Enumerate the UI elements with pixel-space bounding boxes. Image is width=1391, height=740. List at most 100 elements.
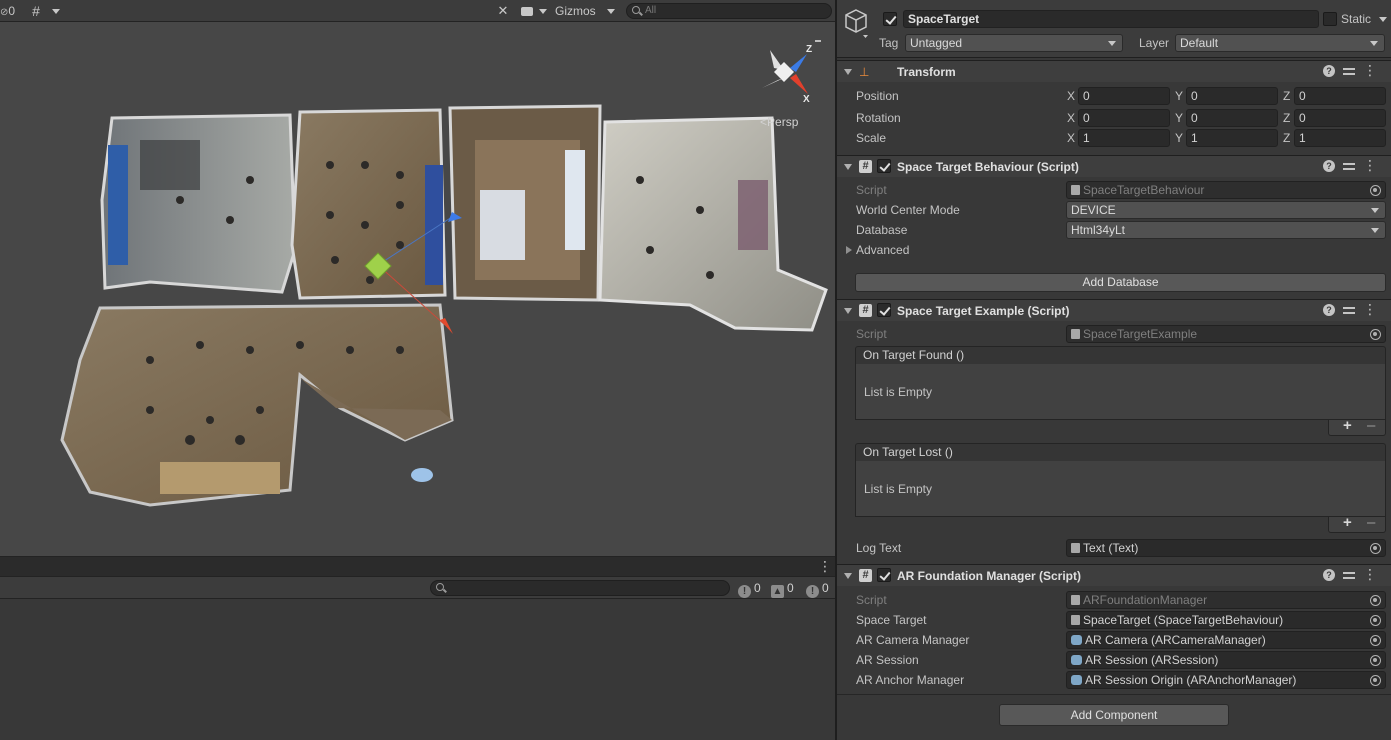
- object-picker-icon[interactable]: [1370, 543, 1381, 554]
- object-picker-icon[interactable]: [1370, 655, 1381, 666]
- space-target-example-title: Space Target Example (Script): [897, 304, 1070, 318]
- script-label: Script: [856, 183, 887, 197]
- grid-snap-button[interactable]: #: [26, 2, 46, 20]
- console-search-input[interactable]: [430, 580, 730, 596]
- error-count-toggle[interactable]: ! 0: [806, 580, 829, 598]
- add-listener-button[interactable]: +: [1343, 418, 1352, 434]
- add-database-button[interactable]: Add Database: [855, 273, 1386, 292]
- kebab-menu-icon[interactable]: [1363, 157, 1377, 173]
- error-count: 0: [822, 581, 829, 595]
- static-checkbox[interactable]: [1323, 12, 1337, 26]
- ar-anchor-manager-field[interactable]: AR Session Origin (ARAnchorManager): [1066, 671, 1386, 689]
- object-name-field[interactable]: SpaceTarget: [903, 10, 1319, 28]
- tag-dropdown[interactable]: Untagged: [905, 34, 1123, 52]
- gizmos-label: Gizmos: [555, 4, 596, 18]
- rotation-x-field[interactable]: 0: [1078, 109, 1170, 127]
- layer-dropdown[interactable]: Default: [1175, 34, 1385, 52]
- database-dropdown[interactable]: Html34yLt: [1066, 221, 1386, 239]
- space-target-behaviour-header[interactable]: # Space Target Behaviour (Script) ?: [837, 155, 1391, 177]
- help-icon[interactable]: ?: [1323, 65, 1335, 77]
- kebab-menu-icon[interactable]: [1363, 62, 1377, 78]
- axis-y-label: Y: [1175, 89, 1184, 103]
- position-z-field[interactable]: 0: [1294, 87, 1386, 105]
- scene-search-input[interactable]: All: [626, 3, 832, 19]
- gizmos-dropdown[interactable]: Gizmos: [552, 2, 620, 20]
- scale-z-field[interactable]: 1: [1294, 129, 1386, 147]
- object-picker-icon[interactable]: [1370, 615, 1381, 626]
- search-icon: [632, 6, 640, 14]
- projection-toggle[interactable]: <Persp: [760, 115, 798, 129]
- ar-session-value: AR Session (ARSession): [1085, 653, 1219, 667]
- position-x-field[interactable]: 0: [1078, 87, 1170, 105]
- script-label: Script: [856, 327, 887, 341]
- foldout-arrow-icon[interactable]: [844, 69, 852, 75]
- scene-toolbar: ⊘0 # ✕ Gizmos All: [0, 0, 835, 22]
- on-target-lost-list: List is Empty: [855, 461, 1386, 517]
- preset-icon[interactable]: [1343, 569, 1355, 581]
- object-picker-icon[interactable]: [1370, 329, 1381, 340]
- object-picker-icon[interactable]: [1370, 595, 1381, 606]
- object-active-checkbox[interactable]: [883, 12, 897, 26]
- rotation-y-field[interactable]: 0: [1186, 109, 1278, 127]
- object-picker-icon[interactable]: [1370, 635, 1381, 646]
- warning-icon: ▲: [771, 585, 784, 598]
- kebab-menu-icon[interactable]: ⋮: [818, 558, 832, 575]
- component-enabled-checkbox[interactable]: [877, 568, 891, 582]
- preset-icon[interactable]: [1343, 304, 1355, 316]
- info-count-toggle[interactable]: ! 0: [738, 580, 761, 598]
- component-header-icons: ?: [1323, 62, 1383, 79]
- grid-dropdown-button[interactable]: [48, 2, 64, 20]
- scale-x-field[interactable]: 1: [1078, 129, 1170, 147]
- help-icon[interactable]: ?: [1323, 304, 1335, 316]
- help-icon[interactable]: ?: [1323, 160, 1335, 172]
- tools-button[interactable]: ✕: [492, 2, 514, 20]
- help-icon[interactable]: ?: [1323, 569, 1335, 581]
- kebab-menu-icon[interactable]: [1363, 566, 1377, 582]
- script-value: SpaceTargetExample: [1083, 327, 1198, 341]
- remove-listener-button[interactable]: –: [1367, 418, 1375, 434]
- component-enabled-checkbox[interactable]: [877, 303, 891, 317]
- camera-dropdown[interactable]: [518, 2, 548, 20]
- hidden-layers-toggle[interactable]: ⊘0: [0, 2, 20, 20]
- ar-foundation-manager-header[interactable]: # AR Foundation Manager (Script) ?: [837, 564, 1391, 586]
- position-y-field[interactable]: 0: [1186, 87, 1278, 105]
- scene-view[interactable]: ⊘0 # ✕ Gizmos All Z X <Persp: [0, 0, 835, 556]
- static-dropdown-icon[interactable]: [1379, 17, 1387, 22]
- rotation-z-field[interactable]: 0: [1294, 109, 1386, 127]
- ar-session-field[interactable]: AR Session (ARSession): [1066, 651, 1386, 669]
- foldout-arrow-icon[interactable]: [844, 573, 852, 579]
- ar-camera-manager-field[interactable]: AR Camera (ARCameraManager): [1066, 631, 1386, 649]
- log-text-field[interactable]: Text (Text): [1066, 539, 1386, 557]
- space-target-behaviour-body: Script SpaceTargetBehaviour World Center…: [837, 178, 1391, 298]
- warning-count-toggle[interactable]: ▲ 0: [771, 580, 794, 598]
- text-component-icon: [1071, 543, 1080, 553]
- script-file-icon: [1071, 595, 1080, 605]
- preset-icon[interactable]: [1343, 65, 1355, 77]
- transform-header[interactable]: ⊥ Transform ?: [837, 60, 1391, 82]
- advanced-label[interactable]: Advanced: [856, 242, 909, 258]
- foldout-arrow-icon[interactable]: [844, 308, 852, 314]
- remove-listener-button[interactable]: –: [1367, 515, 1375, 531]
- foldout-arrow-icon[interactable]: [844, 164, 852, 170]
- chevron-down-icon: [607, 9, 615, 14]
- kebab-menu-icon[interactable]: [1363, 301, 1377, 317]
- list-footer: + –: [1328, 418, 1386, 436]
- ar-component-icon: [1071, 655, 1082, 665]
- axis-x-label: X: [1067, 89, 1076, 103]
- object-picker-icon[interactable]: [1370, 185, 1381, 196]
- space-target-field[interactable]: SpaceTarget (SpaceTargetBehaviour): [1066, 611, 1386, 629]
- add-component-button[interactable]: Add Component: [999, 704, 1229, 726]
- advanced-foldout-icon[interactable]: [846, 246, 852, 254]
- object-picker-icon[interactable]: [1370, 675, 1381, 686]
- preset-icon[interactable]: [1343, 160, 1355, 172]
- inspector-panel: SpaceTarget Static Tag Untagged Layer De…: [837, 0, 1391, 740]
- script-label: Script: [856, 593, 887, 607]
- script-file-icon: [1071, 329, 1080, 339]
- scale-y-field[interactable]: 1: [1186, 129, 1278, 147]
- space-target-example-header[interactable]: # Space Target Example (Script) ?: [837, 299, 1391, 321]
- space-target-value: SpaceTarget (SpaceTargetBehaviour): [1083, 613, 1284, 627]
- component-enabled-checkbox[interactable]: [877, 159, 891, 173]
- error-icon: !: [806, 585, 819, 598]
- add-listener-button[interactable]: +: [1343, 515, 1352, 531]
- world-center-mode-dropdown[interactable]: DEVICE: [1066, 201, 1386, 219]
